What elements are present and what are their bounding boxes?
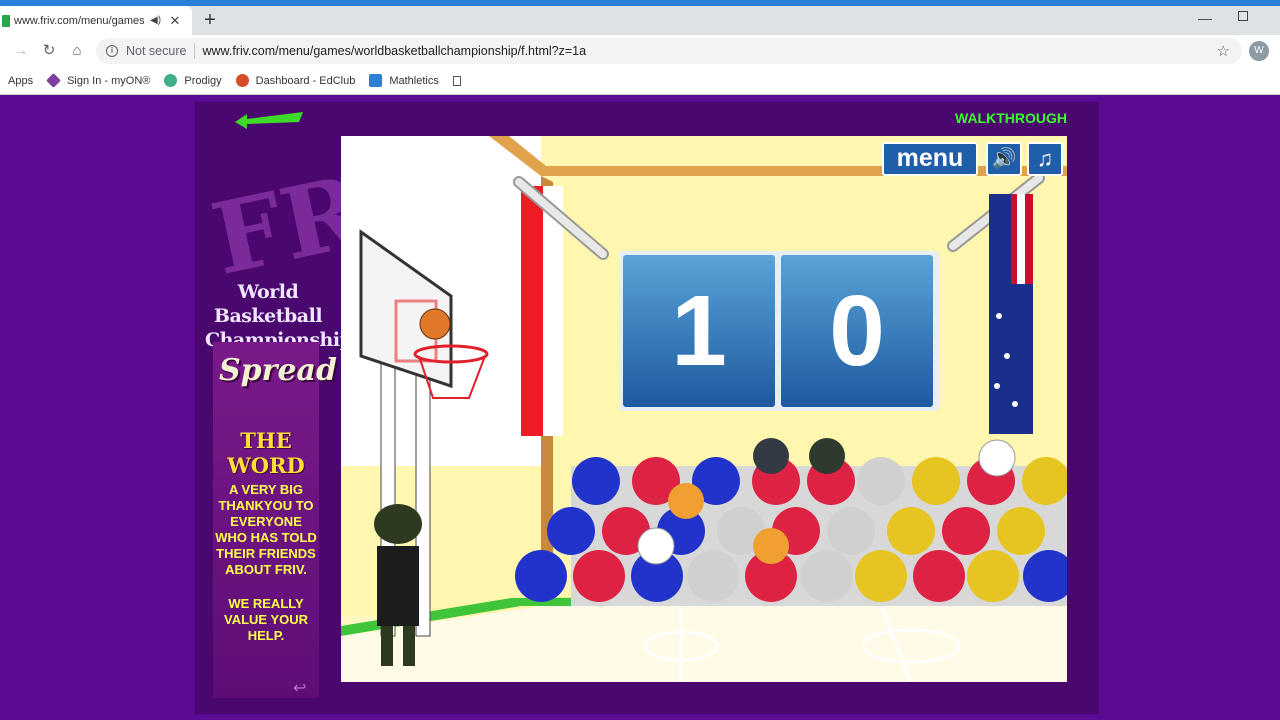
bookmark-prodigy[interactable]: Prodigy xyxy=(164,74,222,87)
spread-message: A VERY BIG THANKYOU TO EVERYONE WHO HAS … xyxy=(215,482,317,577)
menu-button[interactable]: menu xyxy=(882,142,978,176)
spread-the-word-panel: Spread THE WORD A VERY BIG THANKYOU TO E… xyxy=(213,342,337,698)
info-icon[interactable]: i xyxy=(106,45,118,57)
spread-message-2: WE REALLY VALUE YOUR HELP. xyxy=(223,596,309,643)
omnibox[interactable]: i Not secure www.friv.com/menu/games/wor… xyxy=(96,38,1242,64)
svg-text:FRIV: FRIV xyxy=(205,132,345,298)
security-status[interactable]: Not secure xyxy=(126,44,186,58)
profile-avatar[interactable]: W xyxy=(1249,41,1269,61)
omnibox-divider xyxy=(194,43,196,59)
bookmarks-bar: Apps Sign In - myON® Prodigy Dashboard -… xyxy=(0,67,1280,95)
close-tab-icon[interactable]: ✕ xyxy=(168,13,182,29)
bookmark-mathletics[interactable]: Mathletics xyxy=(369,74,439,87)
friv-logo-icon: FRIV xyxy=(205,132,345,298)
game-frame: FRIV WALKTHROUGH World Basketball Champi… xyxy=(195,102,1099,714)
friv-favicon-icon xyxy=(2,14,10,27)
share-arrow-icon[interactable]: ↩ xyxy=(293,678,306,698)
browser-tab[interactable]: www.friv.com/menu/games/ ◀) ✕ xyxy=(0,6,192,35)
tab-title: www.friv.com/menu/games/ xyxy=(14,14,144,27)
address-bar: → ↻ ⌂ i Not secure www.friv.com/menu/gam… xyxy=(0,35,1280,67)
score-home: 1 xyxy=(623,255,775,407)
bookmark-label: Mathletics xyxy=(389,74,439,87)
document-icon xyxy=(452,75,461,86)
bookmark-apps[interactable]: Apps xyxy=(8,75,33,87)
bookmark-star-icon[interactable]: ☆ xyxy=(1217,42,1230,60)
stands xyxy=(515,457,1067,606)
friv-page: FRIV WALKTHROUGH World Basketball Champi… xyxy=(0,96,1280,720)
new-tab-button[interactable]: + xyxy=(200,9,220,32)
bookmark-label: Apps xyxy=(8,74,34,87)
music-note-icon[interactable]: ♫ xyxy=(1027,142,1063,176)
walkthrough-link[interactable]: WALKTHROUGH xyxy=(955,110,1067,126)
bookmark-label: Dashboard - EdClub xyxy=(255,74,356,87)
bookmark-edclub[interactable]: Dashboard - EdClub xyxy=(235,74,356,87)
minimize-icon[interactable]: — xyxy=(1198,10,1214,26)
bookmark-label: Prodigy xyxy=(184,74,222,87)
speaker-icon[interactable]: 🔊 xyxy=(986,142,1022,176)
url-text[interactable]: www.friv.com/menu/games/worldbasketballc… xyxy=(202,44,586,58)
score-away: 0 xyxy=(781,255,933,407)
bookmark-label: Sign In - myON® xyxy=(67,74,151,87)
back-arrow-icon[interactable] xyxy=(233,110,307,130)
edclub-icon xyxy=(235,74,249,87)
audio-playing-icon[interactable]: ◀) xyxy=(150,15,162,26)
game-canvas[interactable]: menu 🔊 ♫ 1 0 xyxy=(341,136,1067,682)
myon-icon xyxy=(46,73,61,88)
bookmark-myon[interactable]: Sign In - myON® xyxy=(46,73,151,88)
back-arrow-icon[interactable]: → xyxy=(11,41,31,61)
reload-icon[interactable]: ↻ xyxy=(39,41,59,61)
restore-window-icon[interactable] xyxy=(1238,11,1248,21)
scoreboard: 1 0 xyxy=(619,251,939,411)
bookmark-document[interactable] xyxy=(452,75,461,86)
tab-bar: www.friv.com/menu/games/ ◀) ✕ + — xyxy=(0,6,1280,35)
home-icon[interactable]: ⌂ xyxy=(67,41,87,61)
mathletics-icon xyxy=(369,74,383,87)
spread-title: Spread xyxy=(219,353,337,388)
spread-subtitle: THE WORD xyxy=(227,428,305,478)
prodigy-icon xyxy=(164,74,178,87)
